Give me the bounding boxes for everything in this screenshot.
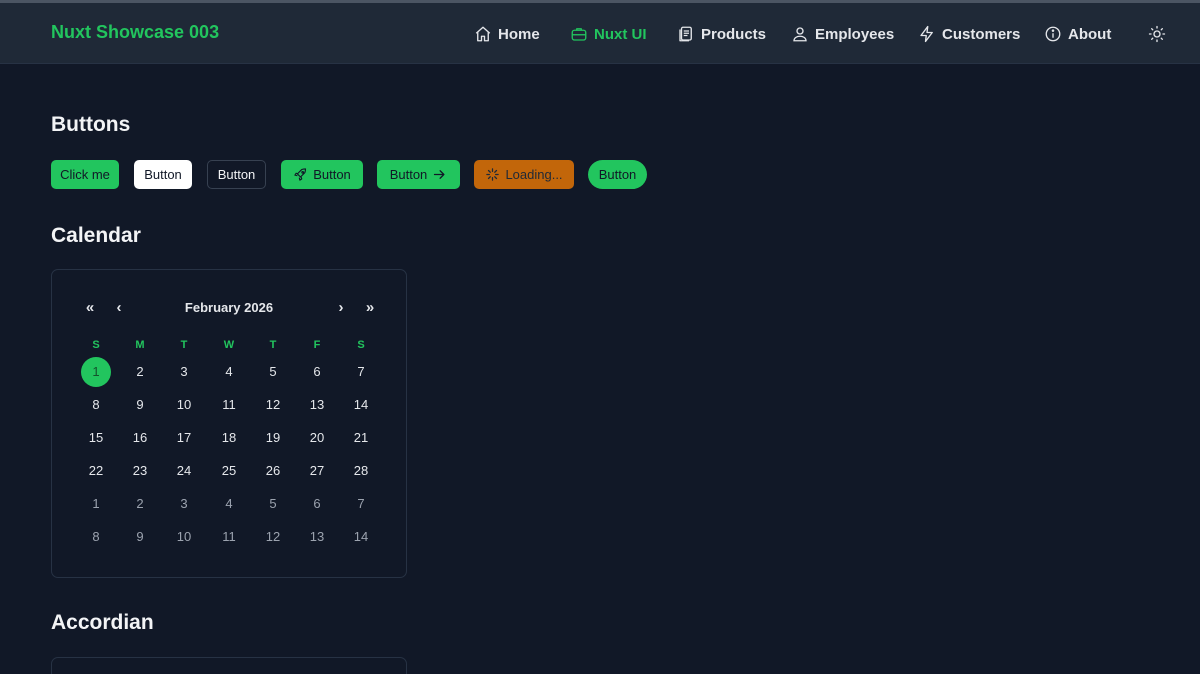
calendar-day[interactable]: 4 bbox=[214, 357, 244, 387]
next-month-button[interactable]: › bbox=[331, 299, 351, 316]
weekday-label: F bbox=[313, 339, 321, 351]
accordion[interactable] bbox=[51, 657, 407, 674]
calendar-day[interactable]: 24 bbox=[169, 456, 199, 486]
arrow-right-icon bbox=[434, 170, 445, 179]
click-me-button-label: Click me bbox=[60, 167, 110, 182]
calendar-day[interactable]: 28 bbox=[346, 456, 376, 486]
calendar: « ‹ February 2026 › » S M T W T F S 1 2 3 4 5 6 7 8 9 10… bbox=[51, 269, 407, 578]
calendar-day[interactable]: 10 bbox=[169, 390, 199, 420]
documents-icon bbox=[679, 26, 692, 42]
calendar-day[interactable]: 12 bbox=[258, 522, 288, 552]
nav-customers-label: Customers bbox=[942, 25, 1021, 43]
calendar-day[interactable]: 13 bbox=[302, 522, 332, 552]
calendar-day[interactable]: 5 bbox=[258, 489, 288, 519]
sun-icon[interactable] bbox=[1148, 25, 1166, 43]
section-title-accordion: Accordian bbox=[51, 611, 154, 634]
white-button[interactable]: Button bbox=[134, 160, 192, 189]
calendar-day[interactable]: 4 bbox=[214, 489, 244, 519]
calendar-day[interactable]: 6 bbox=[302, 489, 332, 519]
weekday-label: W bbox=[223, 339, 235, 351]
section-title-buttons: Buttons bbox=[51, 113, 131, 136]
calendar-day[interactable]: 21 bbox=[346, 423, 376, 453]
section-title-calendar: Calendar bbox=[51, 224, 141, 247]
calendar-day[interactable]: 2 bbox=[125, 357, 155, 387]
nav-employees-label: Employees bbox=[815, 25, 895, 43]
calendar-day[interactable]: 22 bbox=[81, 456, 111, 486]
info-circle-icon bbox=[1045, 26, 1061, 42]
rocket-button[interactable]: Button bbox=[281, 160, 363, 189]
calendar-day[interactable]: 2 bbox=[125, 489, 155, 519]
calendar-day[interactable]: 26 bbox=[258, 456, 288, 486]
nav-customers[interactable]: Customers bbox=[918, 23, 1020, 45]
nav-products[interactable]: Products bbox=[677, 23, 766, 45]
calendar-day[interactable]: 10 bbox=[169, 522, 199, 552]
click-me-button[interactable]: Click me bbox=[51, 160, 119, 189]
nav-home[interactable]: Home bbox=[474, 23, 540, 45]
arrow-button[interactable]: Button bbox=[377, 160, 460, 189]
nav-about[interactable]: About bbox=[1044, 23, 1111, 45]
briefcase-icon bbox=[571, 28, 587, 41]
calendar-day[interactable]: 16 bbox=[125, 423, 155, 453]
calendar-day[interactable]: 15 bbox=[81, 423, 111, 453]
outline-button-label: Button bbox=[217, 167, 256, 182]
calendar-day[interactable]: 8 bbox=[81, 390, 111, 420]
calendar-day[interactable]: 11 bbox=[214, 390, 244, 420]
nav-nuxt-ui[interactable]: Nuxt UI bbox=[570, 23, 647, 45]
weekday-label: T bbox=[180, 339, 188, 351]
calendar-day[interactable]: 19 bbox=[258, 423, 288, 453]
user-icon bbox=[793, 27, 807, 42]
weekday-label: T bbox=[269, 339, 277, 351]
white-button-label: Button bbox=[144, 167, 182, 182]
calendar-day[interactable]: 25 bbox=[214, 456, 244, 486]
calendar-day[interactable]: 3 bbox=[169, 357, 199, 387]
calendar-day[interactable]: 5 bbox=[258, 357, 288, 387]
calendar-day[interactable]: 20 bbox=[302, 423, 332, 453]
top-navbar: Nuxt Showcase 003 Home Nuxt UI Products … bbox=[0, 3, 1200, 64]
pill-button[interactable]: Button bbox=[588, 160, 647, 189]
calendar-day[interactable]: 9 bbox=[125, 522, 155, 552]
calendar-day[interactable]: 1 bbox=[81, 357, 111, 387]
calendar-day[interactable]: 14 bbox=[346, 522, 376, 552]
calendar-day[interactable]: 11 bbox=[214, 522, 244, 552]
nav-home-label: Home bbox=[498, 25, 540, 43]
nav-about-label: About bbox=[1068, 25, 1112, 43]
weekday-label: S bbox=[92, 339, 100, 351]
calendar-day[interactable]: 7 bbox=[346, 489, 376, 519]
bolt-icon bbox=[920, 25, 933, 43]
calendar-day[interactable]: 14 bbox=[346, 390, 376, 420]
calendar-day[interactable]: 9 bbox=[125, 390, 155, 420]
rocket-button-label: Button bbox=[313, 167, 351, 182]
calendar-month-title: February 2026 bbox=[184, 300, 274, 315]
calendar-day[interactable]: 3 bbox=[169, 489, 199, 519]
nav-products-label: Products bbox=[701, 25, 767, 43]
spinner-icon bbox=[486, 168, 500, 181]
calendar-day[interactable]: 7 bbox=[346, 357, 376, 387]
calendar-day[interactable]: 12 bbox=[258, 390, 288, 420]
loading-button[interactable]: Loading... bbox=[474, 160, 574, 189]
calendar-day[interactable]: 17 bbox=[169, 423, 199, 453]
calendar-day[interactable]: 8 bbox=[81, 522, 111, 552]
calendar-day[interactable]: 27 bbox=[302, 456, 332, 486]
home-icon bbox=[475, 26, 491, 42]
calendar-day[interactable]: 18 bbox=[214, 423, 244, 453]
rocket-icon bbox=[294, 168, 307, 181]
weekday-label: M bbox=[135, 339, 145, 351]
calendar-day[interactable]: 6 bbox=[302, 357, 332, 387]
weekday-label: S bbox=[357, 339, 365, 351]
loading-button-label: Loading... bbox=[505, 167, 563, 182]
nav-nuxt-ui-label: Nuxt UI bbox=[594, 25, 647, 43]
brand-logo-text[interactable]: Nuxt Showcase 003 bbox=[51, 22, 219, 43]
next-year-button[interactable]: » bbox=[360, 299, 380, 316]
nav-employees[interactable]: Employees bbox=[791, 23, 894, 45]
calendar-day[interactable]: 23 bbox=[125, 456, 155, 486]
calendar-day[interactable]: 1 bbox=[81, 489, 111, 519]
outline-button[interactable]: Button bbox=[207, 160, 266, 189]
pill-button-label: Button bbox=[598, 167, 637, 182]
calendar-day[interactable]: 13 bbox=[302, 390, 332, 420]
arrow-button-label: Button bbox=[389, 167, 428, 182]
